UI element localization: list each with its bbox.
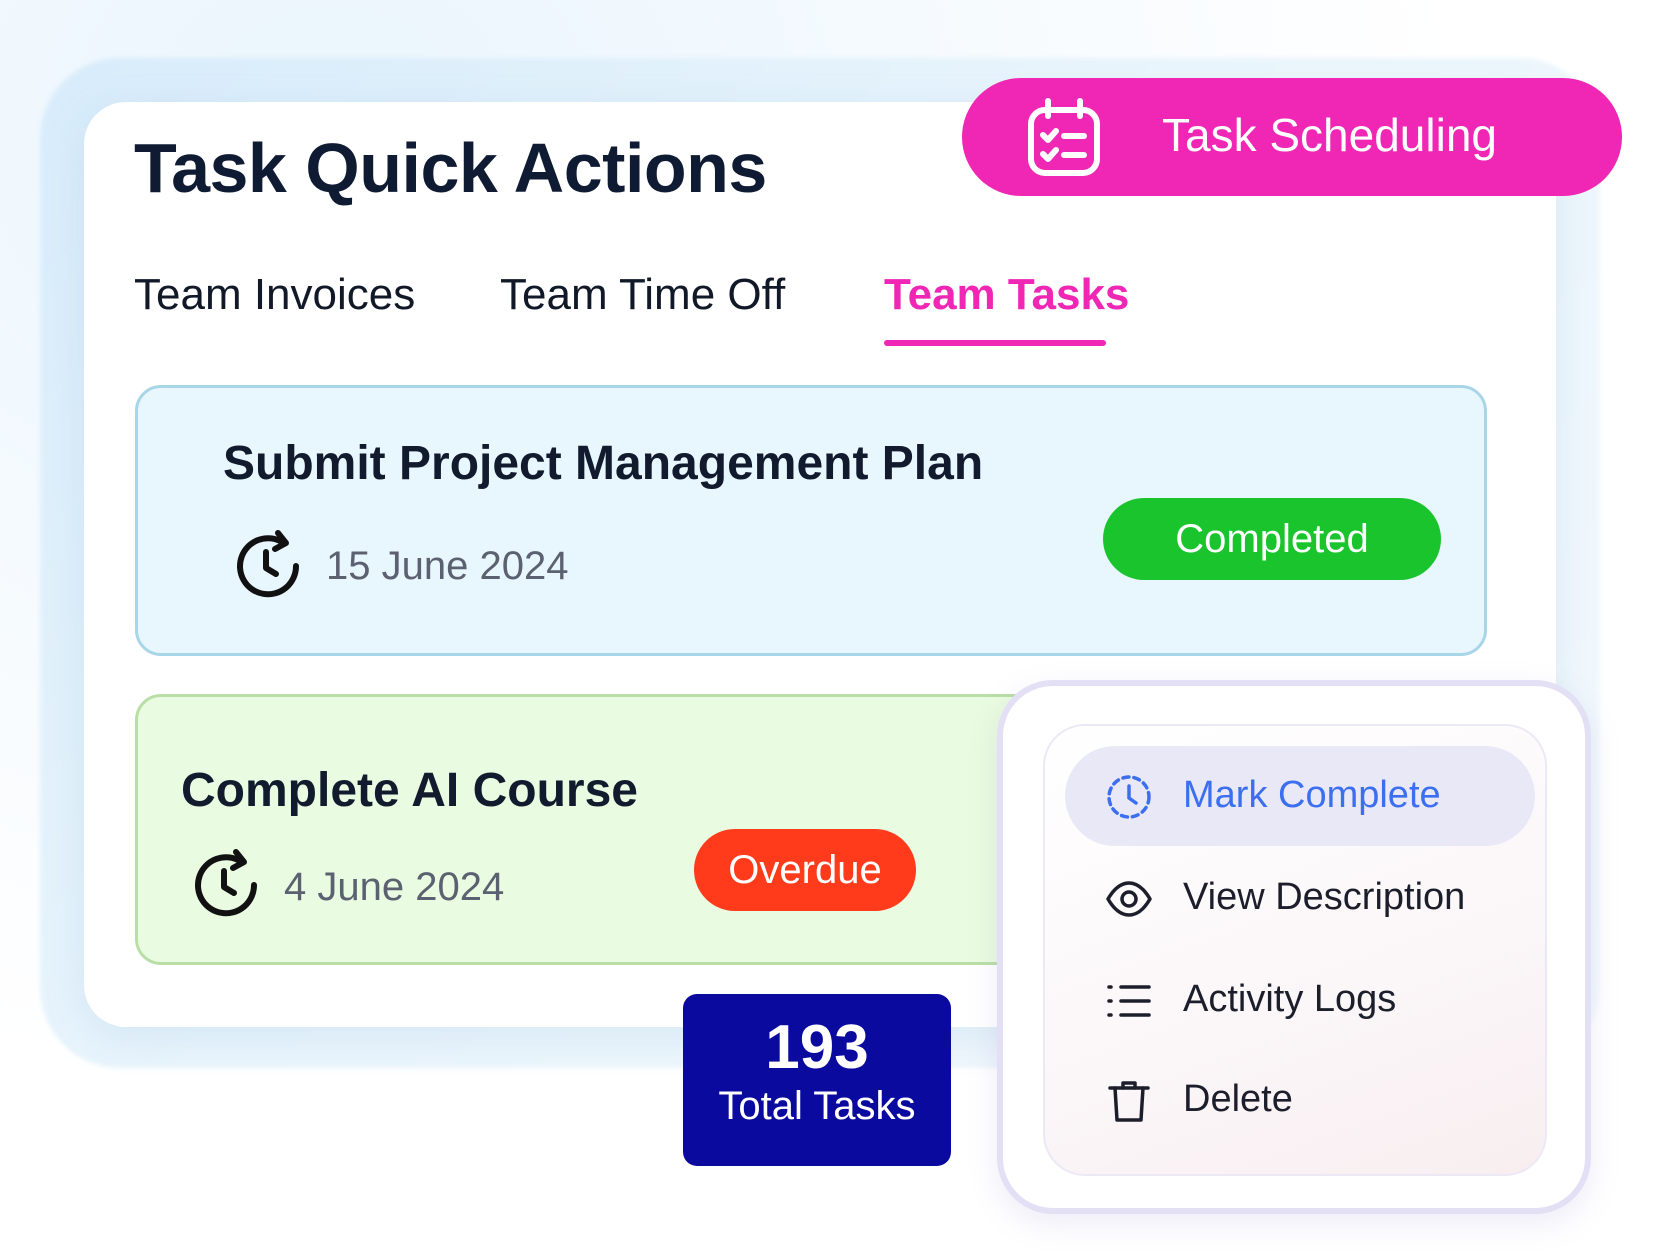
calendar-checklist-icon — [1028, 98, 1100, 176]
list-icon — [1107, 985, 1151, 1017]
tab-team-time-off[interactable]: Team Time Off — [500, 270, 785, 320]
menu-item-view-description[interactable]: View Description — [1065, 848, 1535, 948]
menu-item-delete[interactable]: Delete — [1065, 1050, 1535, 1150]
task-title: Complete AI Course — [181, 764, 638, 817]
task-due-date: 15 June 2024 — [326, 544, 569, 588]
total-tasks-label: Total Tasks — [718, 1084, 916, 1128]
eye-icon — [1106, 881, 1152, 917]
menu-item-activity-logs[interactable]: Activity Logs — [1065, 950, 1535, 1050]
task-title: Submit Project Management Plan — [223, 437, 984, 490]
task-card[interactable]: Submit Project Management Plan 15 June 2… — [135, 385, 1487, 656]
page-title: Task Quick Actions — [134, 129, 767, 207]
clock-dashed-icon — [1107, 775, 1151, 819]
menu-item-label: Activity Logs — [1183, 978, 1397, 1020]
menu-item-label: View Description — [1183, 876, 1466, 918]
total-tasks-count: 193 — [765, 1013, 869, 1082]
tab-team-tasks[interactable]: Team Tasks — [884, 270, 1129, 320]
task-scheduling-label: Task Scheduling — [1162, 109, 1497, 161]
active-tab-indicator — [884, 340, 1106, 346]
clock-history-icon — [195, 849, 258, 917]
status-badge: Overdue — [694, 829, 916, 911]
status-badge: Completed — [1103, 498, 1441, 580]
trash-icon — [1108, 1081, 1150, 1122]
task-due-date: 4 June 2024 — [284, 865, 505, 909]
clock-history-icon — [237, 530, 300, 598]
menu-item-label: Delete — [1183, 1078, 1293, 1120]
task-actions-menu: Mark Complete View Description Activity … — [997, 680, 1591, 1214]
task-actions-menu-panel: Mark Complete View Description Activity … — [1043, 724, 1547, 1176]
menu-item-label: Mark Complete — [1183, 774, 1441, 816]
task-scheduling-badge[interactable]: Task Scheduling — [962, 78, 1622, 196]
total-tasks-counter: 193 Total Tasks — [683, 994, 951, 1166]
tab-team-invoices[interactable]: Team Invoices — [134, 270, 415, 320]
menu-item-mark-complete[interactable]: Mark Complete — [1065, 746, 1535, 846]
